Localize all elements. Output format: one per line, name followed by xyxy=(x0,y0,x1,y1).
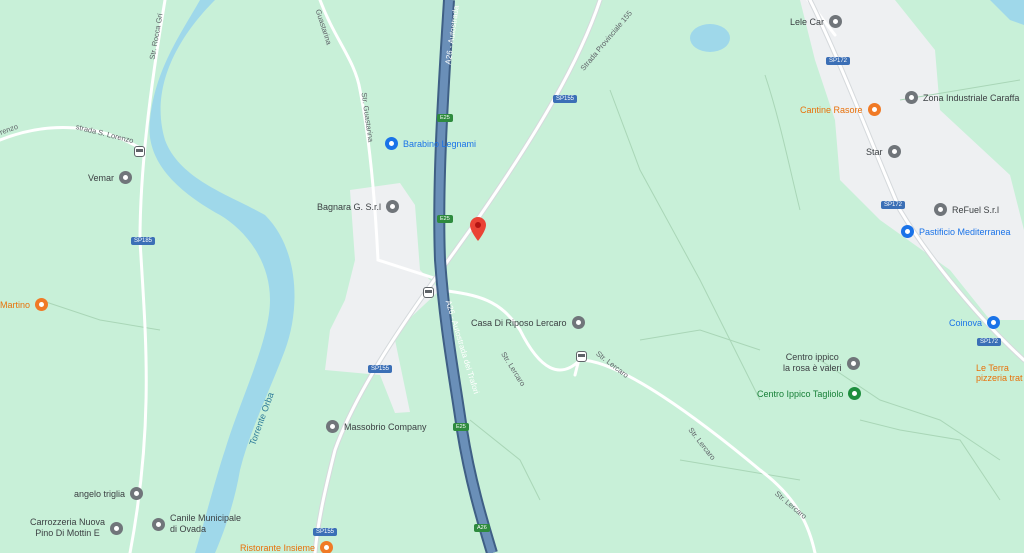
route-shield-e25: E25 xyxy=(453,423,469,431)
poi-pin-icon xyxy=(934,203,947,216)
poi-label: Centro ippico la rosa è valeri xyxy=(783,352,842,373)
route-shield-sp172: SP172 xyxy=(826,57,851,65)
poi-label: Cantine Rasore xyxy=(800,104,863,115)
poi-bagnara[interactable]: Bagnara G. S.r.l xyxy=(317,200,400,213)
route-shield-sp172: SP172 xyxy=(977,338,1002,346)
poi-pin-icon xyxy=(152,517,165,531)
bus-stop-icon[interactable] xyxy=(134,146,145,157)
poi-label: Lele Car xyxy=(790,16,825,27)
restaurant-icon xyxy=(320,541,334,553)
poi-casa-riposo[interactable]: Casa Di Riposo Lercaro xyxy=(471,316,585,329)
route-shield-a26: A26 xyxy=(474,524,490,532)
poi-label: Massobrio Company xyxy=(344,421,427,432)
poi-label: Vemar xyxy=(88,172,115,183)
bus-stop-icon[interactable] xyxy=(576,351,587,362)
route-shield-sp155: SP155 xyxy=(553,95,578,103)
poi-pin-icon xyxy=(130,487,144,500)
poi-zona-industriale[interactable]: Zona Industriale Caraffa xyxy=(905,91,1019,104)
lock-icon xyxy=(385,137,398,150)
poi-pin-icon xyxy=(119,171,133,184)
poi-label: Carrozzeria Nuova Pino Di Mottin E xyxy=(30,517,106,538)
poi-martino[interactable]: Martino xyxy=(0,298,49,311)
poi-label: ReFuel S.r.l xyxy=(952,204,1000,215)
poi-label: Zona Industriale Caraffa xyxy=(923,92,1020,103)
poi-barabino[interactable]: Barabino Legnami xyxy=(385,137,476,150)
poi-label: Barabino Legnami xyxy=(403,138,477,149)
poi-angelo-triglia[interactable]: angelo triglia xyxy=(74,487,144,500)
poi-label: Pastificio Mediterranea xyxy=(919,226,1011,237)
poi-lele-car[interactable]: Lele Car xyxy=(790,15,843,28)
horse-icon xyxy=(848,387,862,400)
poi-pin-icon xyxy=(829,15,843,28)
location-marker-icon[interactable] xyxy=(470,217,486,241)
poi-label: Canile Municipale di Ovada xyxy=(170,513,242,534)
poi-massobrio[interactable]: Massobrio Company xyxy=(326,420,427,433)
poi-pin-icon xyxy=(386,200,400,213)
shopping-cart-icon xyxy=(901,225,914,238)
pond xyxy=(690,24,730,52)
poi-pin-icon xyxy=(326,420,339,433)
poi-label: Centro Ippico Tagliolo xyxy=(757,388,844,399)
poi-label: Martino xyxy=(0,299,31,310)
wine-icon xyxy=(867,103,881,116)
wine-icon xyxy=(35,298,49,311)
poi-pin-icon xyxy=(887,145,901,158)
poi-pin-icon xyxy=(846,356,860,370)
poi-canile[interactable]: Canile Municipale di Ovada xyxy=(152,513,241,535)
poi-refuel[interactable]: ReFuel S.r.l xyxy=(934,203,999,216)
poi-vemar[interactable]: Vemar xyxy=(88,171,133,184)
poi-pin-icon xyxy=(905,91,918,104)
poi-carrozzeria[interactable]: Carrozzeria Nuova Pino Di Mottin E xyxy=(30,517,124,539)
map-base-layer xyxy=(0,0,1024,553)
route-shield-sp155: SP155 xyxy=(368,365,393,373)
poi-label: Casa Di Riposo Lercaro xyxy=(471,317,567,328)
route-shield-e25: E25 xyxy=(437,114,453,122)
poi-ristorante[interactable]: Ristorante Insieme xyxy=(240,541,334,553)
poi-centro-ippico-rosa[interactable]: Centro ippico la rosa è valeri xyxy=(783,352,860,374)
shopping-bag-icon xyxy=(987,316,1001,329)
poi-coinova[interactable]: Coinova xyxy=(949,316,1001,329)
poi-label: Bagnara G. S.r.l xyxy=(317,201,382,212)
poi-pin-icon xyxy=(110,521,124,535)
poi-le-terra[interactable]: Le Terra pizzeria trat xyxy=(976,363,1023,383)
poi-label: Le Terra pizzeria trat xyxy=(976,363,1023,383)
poi-centro-ippico-tagliolo[interactable]: Centro Ippico Tagliolo xyxy=(757,387,862,400)
route-shield-e25: E25 xyxy=(437,215,453,223)
poi-label: angelo triglia xyxy=(74,488,126,499)
route-shield-sp172: SP172 xyxy=(881,201,906,209)
map-canvas[interactable]: Str. Rocca Gri A26 - Autostrada Strada P… xyxy=(0,0,1024,553)
bus-stop-icon[interactable] xyxy=(423,287,434,298)
route-shield-sp185: SP185 xyxy=(131,237,156,245)
poi-pastificio[interactable]: Pastificio Mediterranea xyxy=(901,225,1011,238)
poi-star[interactable]: Star xyxy=(866,145,901,158)
poi-cantine-rasore[interactable]: Cantine Rasore xyxy=(800,103,881,116)
poi-pin-icon xyxy=(571,316,585,329)
route-shield-sp155: SP155 xyxy=(313,528,338,536)
poi-label: Star xyxy=(866,146,883,157)
poi-label: Coinova xyxy=(949,317,983,328)
poi-label: Ristorante Insieme xyxy=(240,542,316,553)
